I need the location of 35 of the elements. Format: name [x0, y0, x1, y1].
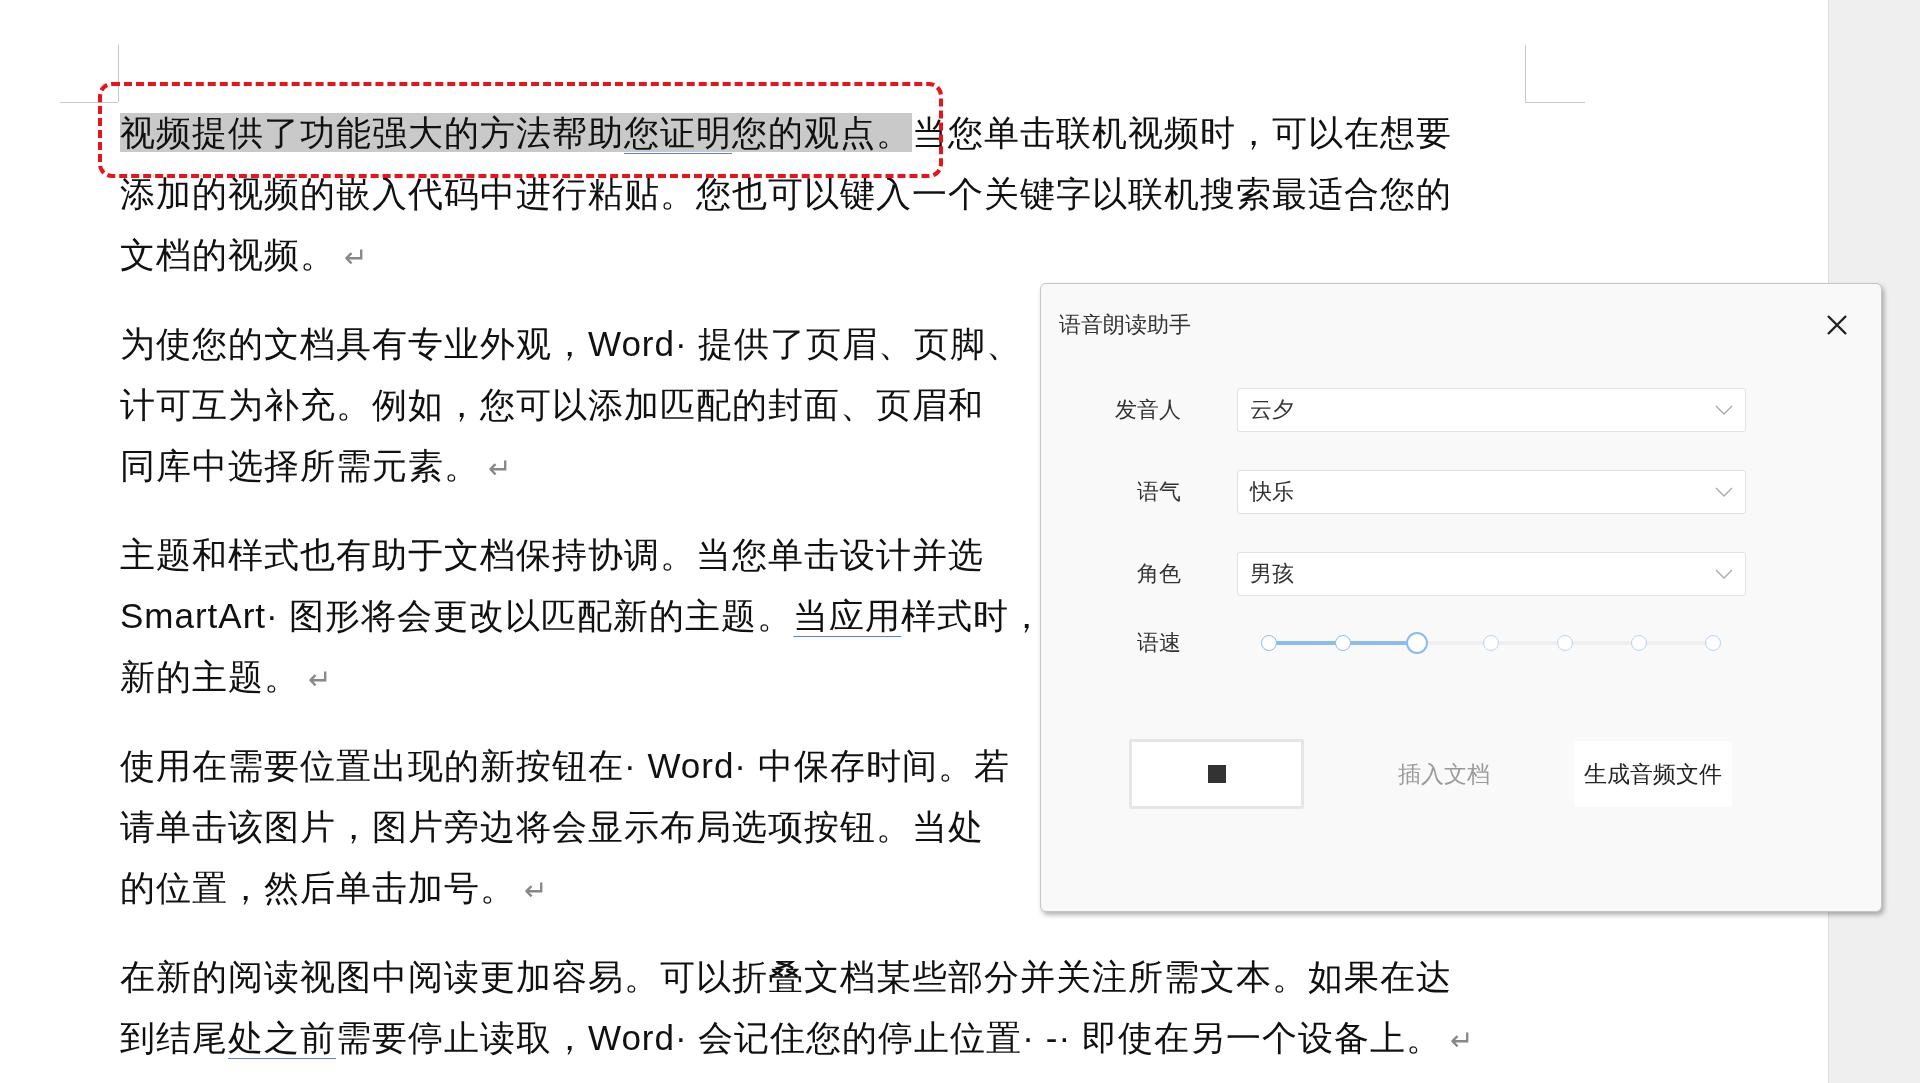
text-line: SmartArt· 图形将会更改以匹配新的主题。当应用样式时， [120, 595, 1046, 637]
text-line: 到结尾处之前需要停止读取，Word· 会记住您的停止位置· -· 即使在另一个设备上。 ↵ [120, 1017, 1474, 1059]
slider-stop[interactable] [1631, 635, 1647, 651]
text-line: 添加的视频的嵌入代码中进行粘贴。您也可以键入一个关键字以联机搜索最适合您的 [120, 173, 1452, 215]
close-icon[interactable] [1825, 313, 1849, 337]
text-line: 计可互为补充。例如，您可以添加匹配的封面、页眉和 [120, 384, 984, 426]
field-label: 语气 [1137, 478, 1181, 506]
chevron-down-icon [1715, 569, 1733, 579]
text-line: 的位置，然后单击加号。 ↵ [120, 867, 548, 909]
field-label: 发音人 [1115, 396, 1181, 424]
text-line: 为使您的文档具有专业外观，Word· 提供了页眉、页脚、 [120, 323, 1023, 365]
slider-thumb[interactable] [1406, 632, 1428, 654]
action-button[interactable]: 生成音频文件 [1574, 741, 1732, 807]
dropdown-field[interactable]: 快乐 [1237, 470, 1746, 514]
slider-stop[interactable] [1483, 635, 1499, 651]
slider-stop[interactable] [1261, 635, 1277, 651]
text-line: 使用在需要位置出现的新按钮在· Word· 中保存时间。若 [120, 745, 1010, 787]
stop-button[interactable] [1129, 739, 1304, 809]
text-line: 请单击该图片，图片旁边将会显示布局选项按钮。当处 [120, 806, 984, 848]
field-label: 角色 [1137, 560, 1181, 588]
chevron-down-icon [1715, 405, 1733, 415]
slider-stop[interactable] [1705, 635, 1721, 651]
text-line: 在新的阅读视图中阅读更加容易。可以折叠文档某些部分并关注所需文本。如果在达 [120, 956, 1452, 998]
text-line: 文档的视频。 ↵ [120, 234, 368, 276]
text-line: 主题和样式也有助于文档保持协调。当您单击设计并选 [120, 534, 984, 576]
stop-icon [1206, 764, 1227, 784]
slider-stop[interactable] [1335, 635, 1351, 651]
dialog-title: 语音朗读助手 [1059, 311, 1191, 339]
text-line: 新的主题。 ↵ [120, 656, 332, 698]
slider-stop[interactable] [1557, 635, 1573, 651]
dropdown-field[interactable]: 云夕 [1237, 388, 1746, 432]
text-line: 同库中选择所需元素。 ↵ [120, 445, 512, 487]
dropdown-field[interactable]: 男孩 [1237, 552, 1746, 596]
field-label: 语速 [1137, 629, 1181, 657]
chevron-down-icon [1715, 487, 1733, 497]
